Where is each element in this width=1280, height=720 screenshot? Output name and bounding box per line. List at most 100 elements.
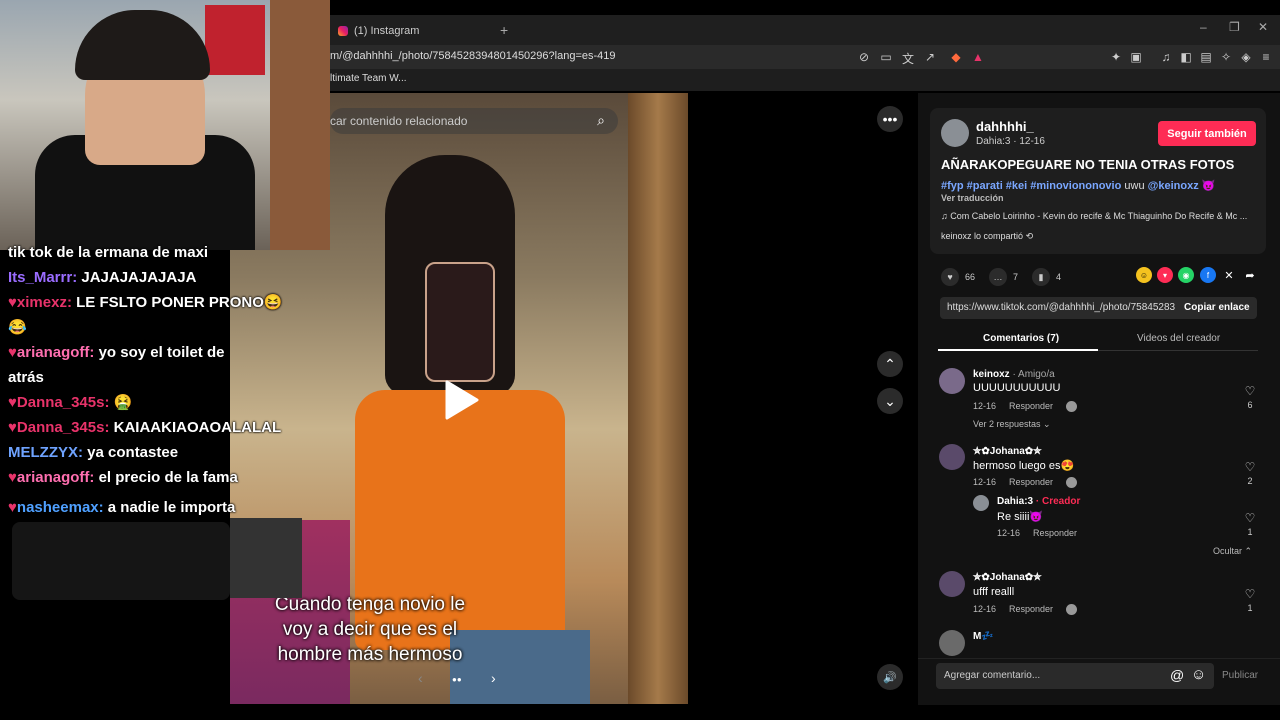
chat-message: 😂 [8, 315, 27, 340]
heart-icon: ♥ [8, 419, 17, 436]
bookmark-icon: ▮ [1032, 268, 1050, 286]
chat-username: arianagoff: [16, 344, 99, 361]
chat-text: ya contastee [87, 444, 179, 461]
more-options-button[interactable]: ••• [877, 106, 903, 132]
share-icon[interactable]: ↗ [922, 50, 938, 64]
shared-by[interactable]: keinoxz lo compartió ⟲ [941, 231, 1033, 242]
comment-icon: … [989, 268, 1007, 286]
tab-comments[interactable]: Comentarios (7) [983, 333, 1059, 344]
heart-icon: ♥ [941, 268, 959, 286]
menu-icon[interactable]: ≡ [1258, 50, 1274, 64]
publish-button[interactable]: Publicar [1222, 670, 1258, 681]
play-icon[interactable] [443, 380, 479, 420]
download-icon[interactable]: ▤ [1198, 50, 1214, 64]
close-button[interactable]: ✕ [1258, 20, 1268, 34]
chat-username: Its_Marrr: [8, 269, 82, 286]
no-tracking-icon[interactable]: ⊘ [856, 50, 872, 64]
author-username[interactable]: dahhhhi_ [976, 119, 1034, 134]
send-icon[interactable]: ▾ [1157, 267, 1173, 283]
browser-tab[interactable]: (1) Instagram [330, 18, 490, 44]
facebook-icon[interactable]: f [1200, 267, 1216, 283]
url-text[interactable]: m/@dahhhhi_/photo/7584528394801450296?la… [330, 50, 616, 62]
next-post-button[interactable]: ⌄ [877, 388, 903, 414]
comment-like-icon[interactable]: ♡ [1243, 511, 1257, 525]
search-placeholder: car contenido relacionado [330, 114, 468, 128]
author-avatar[interactable] [941, 119, 969, 147]
chat-message: ♥arianagoff: el precio de la fama [8, 465, 238, 490]
chat-text: el precio de la fama [98, 469, 238, 486]
save-action[interactable]: ▮ 4 [1032, 268, 1061, 286]
reply-author-name: Dahia:3 [997, 496, 1034, 507]
vpn-icon[interactable]: ◈ [1238, 50, 1254, 64]
post-link[interactable]: https://www.tiktok.com/@dahhhhi_/photo/7… [947, 302, 1175, 313]
chat-message: ♥Danna_345s: KAIAAKIAOAOALALAL [8, 415, 281, 440]
whatsapp-icon[interactable]: ◉ [1178, 267, 1194, 283]
description-text: uwu [1121, 180, 1148, 192]
wallet-icon[interactable]: ▣ [1128, 50, 1144, 64]
translate-icon[interactable]: 文 [900, 50, 916, 67]
heart-icon: ♥ [8, 294, 17, 311]
comment-author[interactable]: ✮✿Johana✿✮ [973, 572, 1042, 583]
new-tab-button[interactable]: + [500, 22, 508, 38]
see-translation-link[interactable]: Ver traducción [941, 193, 1004, 203]
next-photo-button[interactable]: › [491, 670, 496, 686]
hashtags[interactable]: #fyp #parati #kei #minoviononovio [941, 180, 1121, 192]
comment-action[interactable]: … 7 [989, 268, 1018, 286]
comment-like-count: 2 [1247, 476, 1253, 486]
related-search-input[interactable]: car contenido relacionado [330, 108, 618, 134]
reply-avatar[interactable] [973, 495, 989, 511]
reply-button[interactable]: Responder [1009, 477, 1053, 487]
comment-author[interactable]: keinoxz · Amigo/a [973, 369, 1055, 380]
comment-like-icon[interactable]: ♡ [1243, 384, 1257, 398]
previous-post-button[interactable]: ⌃ [877, 351, 903, 377]
chat-username: Danna_345s: [16, 419, 114, 436]
emoji-icon[interactable]: ☺ [1191, 666, 1206, 683]
chat-text: KAIAAKIAOAOALALAL [113, 419, 282, 436]
commenter-avatar[interactable] [939, 571, 965, 597]
copy-link-button[interactable]: Copiar enlace [1184, 302, 1250, 313]
reply-button[interactable]: Responder [1009, 401, 1053, 411]
comment-like-count: 1 [1247, 527, 1253, 537]
comment-like-icon[interactable]: ♡ [1243, 587, 1257, 601]
extensions-icon[interactable]: ✦ [1108, 50, 1124, 64]
instagram-icon [338, 26, 348, 36]
rewards-icon[interactable]: ▲ [970, 50, 986, 64]
music-icon[interactable]: ♫ [1158, 50, 1174, 64]
commenter-avatar[interactable] [939, 368, 965, 394]
commenter-avatar[interactable] [939, 630, 965, 656]
hide-replies-button[interactable]: Ocultar ⌃ [1213, 546, 1252, 557]
commenter-avatar[interactable] [939, 444, 965, 470]
comment-author[interactable]: M💤 [973, 631, 994, 642]
brave-shield-icon[interactable]: ◆ [948, 50, 964, 64]
x-icon[interactable]: ✕ [1221, 267, 1237, 283]
ai-icon[interactable]: ✧ [1218, 50, 1234, 64]
heart-icon: ♥ [8, 469, 17, 486]
tab-creator-videos[interactable]: Videos del creador [1137, 333, 1220, 344]
heart-icon: ♥ [8, 394, 17, 411]
music-link[interactable]: ♫ Com Cabelo Loirinho - Kevin do recife … [941, 211, 1261, 221]
minimize-button[interactable]: – [1200, 20, 1207, 34]
comment-like-icon[interactable]: ♡ [1243, 460, 1257, 474]
photo-door [628, 93, 688, 704]
reply-button[interactable]: Responder [1009, 604, 1053, 614]
view-replies-button[interactable]: Ver 2 respuestas ⌄ [973, 419, 1051, 430]
mention-icon[interactable]: @ [1170, 667, 1184, 683]
bookmark-item[interactable]: ltimate Team W... [330, 73, 407, 84]
chat-message: ♥ximexz: LE FSLTO PONER PRONO😆 [8, 290, 283, 315]
follow-button[interactable]: Seguir también [1158, 121, 1256, 146]
sidebar-icon[interactable]: ◧ [1178, 50, 1194, 64]
comment-author[interactable]: ✮✿Johana✿✮ [973, 446, 1042, 457]
chat-username: nasheemax: [16, 499, 108, 516]
share-friends-icon[interactable]: ☺ [1136, 267, 1152, 283]
prev-photo-button[interactable]: ‹ [418, 670, 423, 686]
reader-icon[interactable]: ▭ [878, 50, 894, 64]
reply-author[interactable]: Dahia:3 · Creador [997, 496, 1080, 507]
share-more-icon[interactable]: ➦ [1242, 267, 1258, 283]
search-icon[interactable]: ⌕ [592, 112, 610, 130]
reply-button[interactable]: Responder [1033, 528, 1077, 538]
tab-active-indicator [938, 349, 1098, 351]
like-action[interactable]: ♥ 66 [941, 268, 975, 286]
mention-link[interactable]: @keinoxz [1148, 180, 1199, 192]
restore-button[interactable]: ❐ [1229, 20, 1240, 34]
sound-button[interactable]: 🔊 [877, 664, 903, 690]
